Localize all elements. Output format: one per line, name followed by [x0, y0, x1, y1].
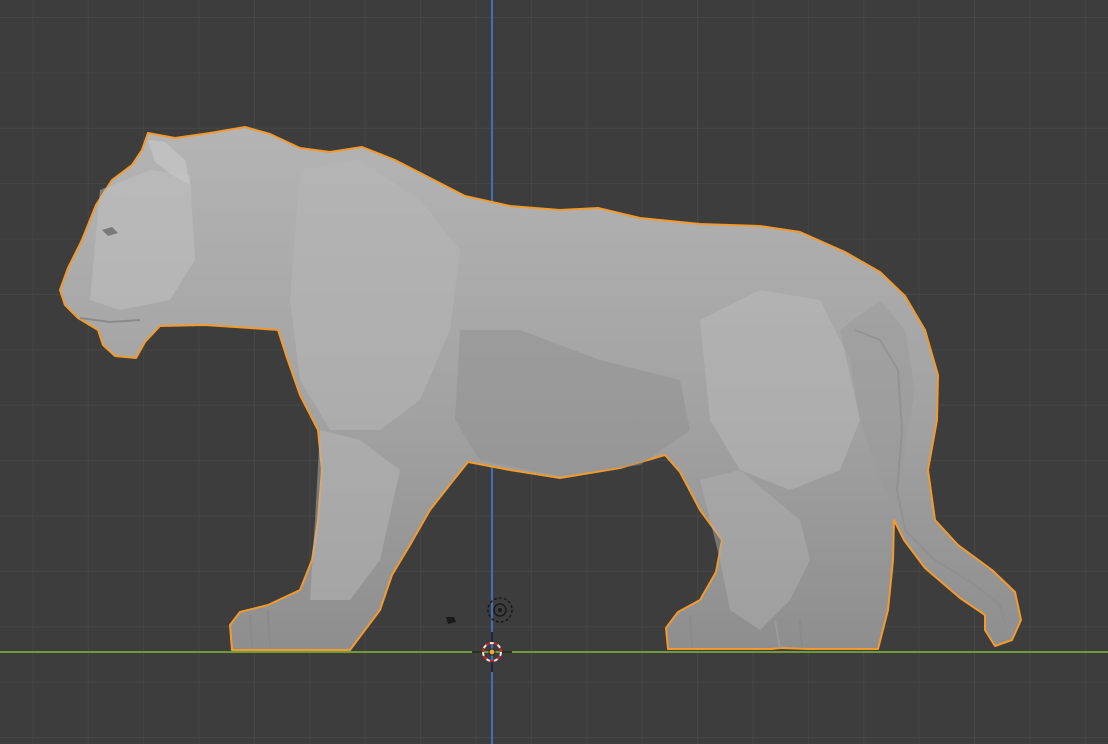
- camera-icon[interactable]: [446, 617, 456, 624]
- lioness-mesh[interactable]: [59, 126, 1022, 651]
- object-origin-icon: [488, 648, 496, 656]
- 3d-viewport[interactable]: [0, 0, 1108, 744]
- light-icon[interactable]: [487, 597, 513, 623]
- scene-canvas: [59, 126, 1022, 672]
